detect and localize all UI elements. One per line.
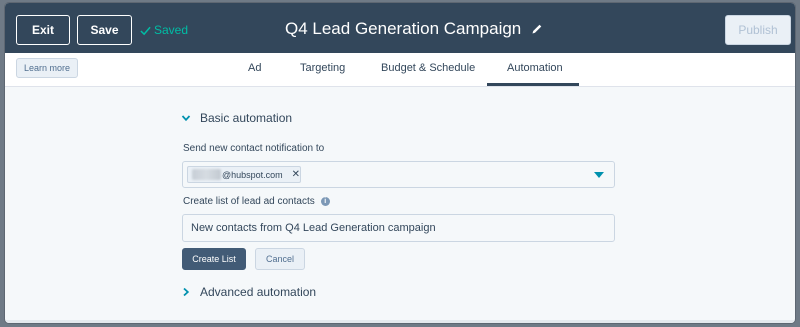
notification-label-text: Send new contact notification to	[183, 143, 325, 154]
app-window: Exit Save Saved Q4 Lead Generation Campa…	[5, 3, 795, 323]
notification-recipient-select[interactable]: @hubspot.com ✕	[182, 161, 615, 188]
save-button[interactable]: Save	[77, 15, 132, 45]
advanced-automation-heading: Advanced automation	[200, 285, 317, 299]
window-bottom-edge	[5, 320, 795, 323]
publish-button[interactable]: Publish	[725, 15, 791, 45]
list-label: Create list of lead ad contacts i	[183, 196, 330, 207]
saved-status-text: Saved	[154, 23, 189, 37]
list-name-input[interactable]	[182, 214, 615, 242]
basic-automation-toggle[interactable]: Basic automation	[181, 111, 292, 125]
campaign-title-text: Q4 Lead Generation Campaign	[285, 19, 522, 38]
tab-ad[interactable]: Ad	[248, 62, 261, 74]
tab-automation[interactable]: Automation	[507, 62, 563, 74]
tab-bar: Learn more Ad Targeting Budget & Schedul…	[5, 53, 795, 87]
tab-budget-schedule[interactable]: Budget & Schedule	[381, 62, 475, 74]
exit-button[interactable]: Exit	[16, 15, 70, 45]
info-icon[interactable]: i	[320, 197, 330, 206]
saved-status: Saved	[140, 23, 188, 37]
campaign-header: Exit Save Saved Q4 Lead Generation Campa…	[5, 3, 795, 53]
recipient-chip: @hubspot.com ✕	[187, 166, 301, 183]
checkmark-icon	[140, 26, 151, 35]
basic-automation-heading: Basic automation	[200, 111, 293, 125]
campaign-title: Q4 Lead Generation Campaign	[285, 19, 543, 39]
chevron-right-icon	[183, 287, 190, 297]
list-label-text: Create list of lead ad contacts	[183, 196, 315, 207]
chevron-down-icon[interactable]	[594, 172, 604, 178]
redacted-email-prefix	[192, 169, 221, 180]
cancel-button[interactable]: Cancel	[255, 248, 305, 270]
chevron-down-icon	[181, 115, 191, 122]
active-tab-indicator	[487, 83, 579, 86]
pencil-icon[interactable]	[531, 23, 543, 35]
recipient-chip-text: @hubspot.com	[221, 169, 283, 180]
tab-targeting[interactable]: Targeting	[300, 62, 345, 74]
create-list-button[interactable]: Create List	[182, 248, 246, 270]
learn-more-button[interactable]: Learn more	[16, 58, 78, 78]
close-icon[interactable]: ✕	[292, 169, 300, 180]
notification-label: Send new contact notification to	[183, 143, 324, 154]
advanced-automation-toggle[interactable]: Advanced automation	[181, 285, 316, 299]
